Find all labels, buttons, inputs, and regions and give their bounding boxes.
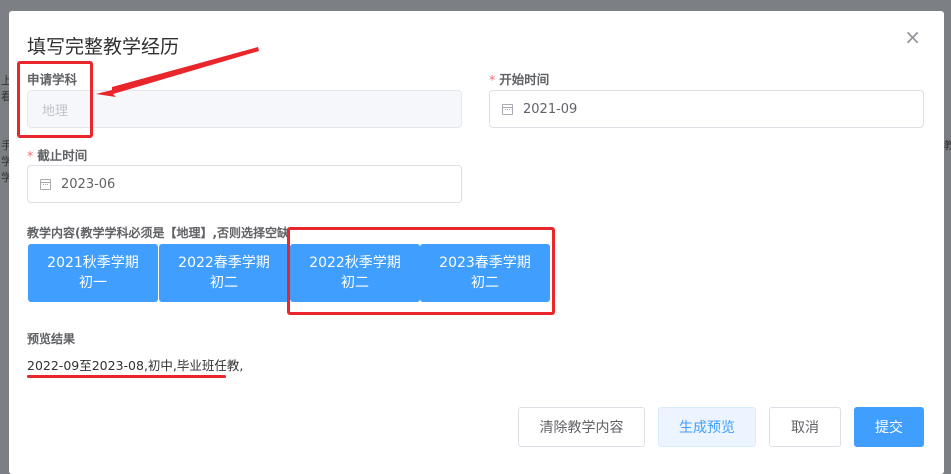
term-button-2022-autumn[interactable]: 2022秋季学期 初二 [290,244,420,302]
end-time-value: 2023-06 [61,176,116,192]
submit-button[interactable]: 提交 [854,407,924,447]
term-name: 2023春季学期 [439,255,531,271]
term-grade: 初二 [341,275,369,291]
term-button-2023-spring[interactable]: 2023春季学期 初二 [420,244,550,302]
clear-content-button[interactable]: 清除教学内容 [518,407,645,447]
term-grade: 初一 [79,275,107,291]
preview-label: 预览结果 [27,332,76,346]
start-time-label-text: 开始时间 [499,72,550,87]
term-grade: 初二 [471,275,499,291]
required-mark: * [27,148,34,163]
teaching-content-label: 教学内容(教学学科必须是【地理】,否则选择空缺 [27,226,290,240]
term-button-2022-spring[interactable]: 2022春季学期 初二 [159,244,289,302]
term-grade: 初二 [210,275,238,291]
subject-label: 申请学科 [27,72,78,87]
term-name: 2022春季学期 [178,255,270,271]
required-mark: * [489,72,496,87]
background-text: 教 [944,139,951,152]
preview-result: 2022-09至2023-08,初中,毕业班任教, [27,358,244,373]
end-time-label: * 截止时间 [27,145,87,164]
start-time-value: 2021-09 [523,101,578,117]
cancel-button[interactable]: 取消 [769,407,841,447]
start-time-picker[interactable]: 2021-09 [489,90,924,128]
term-name: 2022秋季学期 [309,255,401,271]
calendar-icon [502,103,513,115]
subject-field: 地理 [27,90,462,128]
teaching-experience-dialog: 填写完整教学经历 × 申请学科 地理 * 开始时间 2021-09 * 截止时间 2… [9,11,944,474]
generate-preview-button[interactable]: 生成预览 [658,407,756,447]
term-name: 2021秋季学期 [47,255,139,271]
term-button-2021-autumn[interactable]: 2021秋季学期 初一 [28,244,158,302]
dialog-title: 填写完整教学经历 [27,36,180,58]
start-time-label: * 开始时间 [489,69,549,88]
close-icon[interactable]: × [904,27,921,47]
end-time-label-text: 截止时间 [37,148,88,163]
end-time-picker[interactable]: 2023-06 [27,165,462,203]
subject-value: 地理 [42,103,69,119]
calendar-icon [40,178,51,190]
